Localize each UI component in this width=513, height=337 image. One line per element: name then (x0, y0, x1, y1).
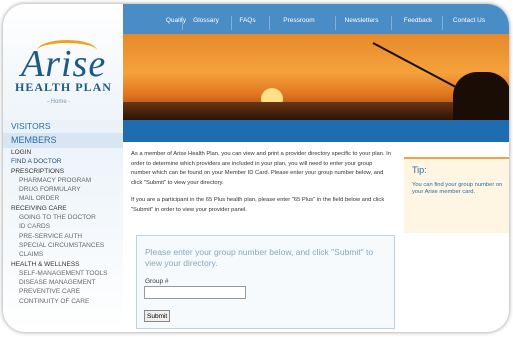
nav-item[interactable]: PRE-SERVICE AUTH (3, 232, 123, 241)
hero-banner (123, 34, 509, 120)
nav-item[interactable]: SPECIAL CIRCUMSTANCES (3, 241, 123, 250)
top-nav-divider (231, 16, 232, 30)
top-nav-divider (442, 16, 443, 30)
nav-item[interactable]: HEALTH & WELLNESS (3, 260, 123, 269)
fisherman-silhouette (453, 72, 509, 120)
top-nav: Quality Glossary FAQs Pressroom Newsletters F… (123, 4, 509, 34)
sidebar-nav: VISITORS MEMBERS LOGIN FIND A DOCTOR PRESC… (3, 120, 123, 332)
top-nav-link[interactable]: Glossary (186, 17, 226, 24)
top-nav-divider (182, 16, 183, 30)
top-nav-link[interactable]: Contact Us (446, 17, 492, 24)
nav-item[interactable]: CLAIMS (3, 250, 123, 259)
nav-item[interactable]: CONTINUITY OF CARE (3, 297, 123, 306)
nav-item[interactable]: MAIL ORDER (3, 194, 123, 203)
tip-title: Tip: (412, 165, 427, 175)
tip-body: You can find your group number on your A… (412, 182, 503, 195)
submit-button[interactable]: Submit (144, 310, 171, 322)
nav-item[interactable]: PREVENTIVE CARE (3, 287, 123, 296)
logo-subtitle: HEALTH PLAN (15, 80, 112, 94)
nav-section-members[interactable]: MEMBERS (3, 133, 123, 148)
nav-item[interactable]: LOGIN (3, 148, 123, 157)
home-link[interactable]: - Home - (47, 99, 70, 105)
blue-band (123, 120, 509, 142)
nav-item[interactable]: FIND A DOCTOR (3, 157, 123, 166)
browser-frame: Arise HEALTH PLAN - Home - VISITORS MEMB… (3, 4, 509, 332)
top-nav-link[interactable]: Feedback (395, 17, 441, 24)
nav-item[interactable]: ID CARDS (3, 222, 123, 231)
top-nav-link[interactable]: Pressroom (273, 17, 325, 24)
plus65-paragraph: If you are a participant in the 65 Plus … (131, 197, 385, 213)
tip-box: Tip: You can find your group number on y… (404, 157, 509, 233)
group-number-form: Please enter your group number below, an… (136, 235, 395, 329)
group-number-input[interactable] (144, 286, 246, 299)
logo-area: Arise HEALTH PLAN - Home - (3, 4, 123, 120)
top-nav-link[interactable]: FAQs (235, 17, 260, 24)
top-nav-divider (391, 16, 392, 30)
intro-paragraph: As a member of Arise Health Plan, you ca… (131, 151, 392, 186)
top-nav-divider (269, 16, 270, 30)
nav-item[interactable]: DRUG FORMULARY (3, 185, 123, 194)
nav-item[interactable]: GOING TO THE DOCTOR (3, 213, 123, 222)
group-number-label: Group # (145, 278, 169, 285)
nav-items: LOGIN FIND A DOCTOR PRESCRIPTIONS PHARMACY … (3, 148, 123, 306)
main-content: As a member of Arise Health Plan, you ca… (131, 150, 393, 224)
form-heading: Please enter your group number below, an… (145, 247, 374, 268)
sea (123, 102, 509, 120)
nav-item[interactable]: PHARMACY PROGRAM (3, 176, 123, 185)
nav-section-visitors[interactable]: VISITORS (3, 120, 123, 133)
nav-item[interactable]: SELF-MANAGEMENT TOOLS (3, 269, 123, 278)
nav-item[interactable]: PRESCRIPTIONS (3, 167, 123, 176)
top-nav-divider (335, 16, 336, 30)
nav-item[interactable]: DISEASE MANAGEMENT (3, 278, 123, 287)
nav-item[interactable]: RECEIVING CARE (3, 204, 123, 213)
top-nav-link[interactable]: Newsletters (339, 17, 384, 24)
